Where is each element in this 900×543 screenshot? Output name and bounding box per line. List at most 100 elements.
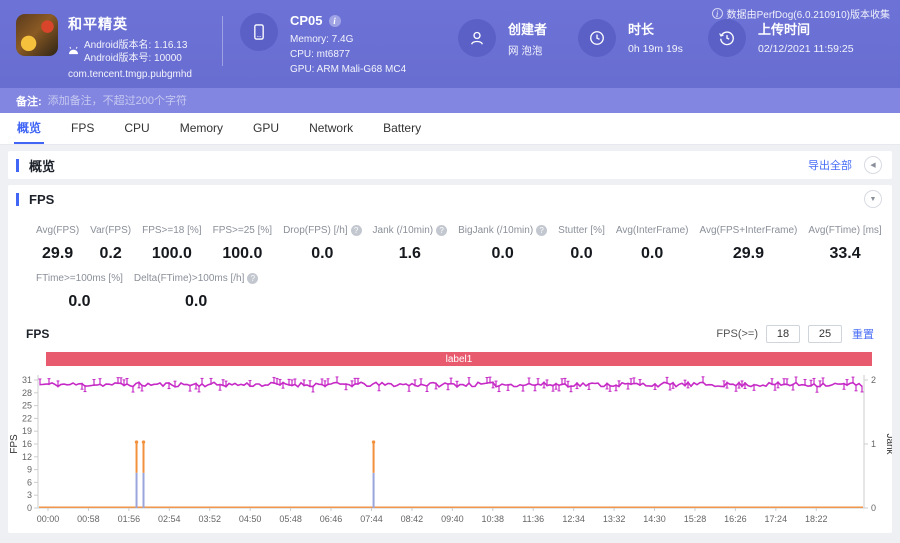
svg-text:16:26: 16:26 <box>724 514 747 524</box>
stat-label: FTime>=100ms [%] <box>36 273 123 284</box>
tab-cpu[interactable]: CPU <box>109 113 164 144</box>
svg-text:22: 22 <box>22 413 32 423</box>
svg-text:28: 28 <box>22 388 32 398</box>
svg-text:12: 12 <box>22 452 32 462</box>
tab-network[interactable]: Network <box>294 113 368 144</box>
chart-label-banner[interactable]: label1 <box>46 352 872 366</box>
creator-block: 创建者 网 泡泡 <box>458 19 547 58</box>
svg-text:Jank: Jank <box>884 433 892 455</box>
stat-item: Var(FPS) 0.2 <box>90 225 131 263</box>
device-info-icon[interactable]: i <box>328 14 341 27</box>
tab-bar: 概览 FPS CPU Memory GPU Network Battery <box>0 113 900 145</box>
help-icon[interactable]: ? <box>247 273 259 284</box>
stat-label: Avg(FPS+InterFrame) <box>699 225 798 236</box>
report-header: 和平精英 Android版本名: 1.16.13 Android版本号: 100… <box>0 0 900 88</box>
tab-overview[interactable]: 概览 <box>2 113 56 144</box>
svg-text:09:40: 09:40 <box>441 514 464 524</box>
stat-value: 0.0 <box>311 245 334 262</box>
svg-text:00:58: 00:58 <box>77 514 100 524</box>
stat-item: FPS>=18 [%] 100.0 <box>142 225 201 263</box>
svg-text:00:00: 00:00 <box>37 514 60 524</box>
app-block: 和平精英 Android版本名: 1.16.13 Android版本号: 100… <box>16 14 192 80</box>
stat-value: 0.2 <box>99 245 122 262</box>
creator-name: 网 泡泡 <box>508 45 543 57</box>
svg-text:FPS: FPS <box>9 434 20 454</box>
export-all-link[interactable]: 导出全部 <box>808 157 852 173</box>
perfdog-version-note: i 数据由PerfDog(6.0.210910)版本收集 <box>711 6 890 21</box>
svg-text:2: 2 <box>871 375 876 385</box>
stat-label: Jank (/10min)? <box>373 225 448 236</box>
collapse-left-button[interactable]: ◀ <box>864 156 882 174</box>
svg-text:3: 3 <box>27 490 32 500</box>
svg-text:16: 16 <box>22 439 32 449</box>
svg-text:17:24: 17:24 <box>765 514 788 524</box>
stat-item: Stutter [%] 0.0 <box>558 225 605 263</box>
stat-item: Avg(FPS) 29.9 <box>36 225 79 263</box>
stat-value: 33.4 <box>829 245 861 262</box>
svg-text:1: 1 <box>871 439 876 449</box>
svg-text:03:52: 03:52 <box>198 514 221 524</box>
fps-threshold-input-1[interactable] <box>766 325 800 343</box>
collapse-down-button[interactable]: ▼ <box>864 190 882 208</box>
stat-value: 1.6 <box>398 245 421 262</box>
help-icon[interactable]: ? <box>436 225 448 236</box>
stat-value: 29.9 <box>732 245 764 262</box>
stat-value: 100.0 <box>151 245 192 262</box>
accent-bar <box>16 192 19 206</box>
stat-value: 0.0 <box>641 245 664 262</box>
svg-text:12:34: 12:34 <box>562 514 585 524</box>
svg-text:9: 9 <box>27 465 32 475</box>
svg-text:31: 31 <box>22 375 32 385</box>
app-package: com.tencent.tmgp.pubgmhd <box>68 69 192 80</box>
svg-text:08:42: 08:42 <box>401 514 424 524</box>
tab-battery[interactable]: Battery <box>368 113 436 144</box>
stat-item: Jank (/10min)? 1.6 <box>373 225 448 263</box>
svg-text:6: 6 <box>27 477 32 487</box>
stat-label: BigJank (/10min)? <box>458 225 548 236</box>
stat-label: Avg(FTime) [ms] <box>808 225 882 236</box>
duration-title: 时长 <box>628 22 655 37</box>
stat-label: FPS>=18 [%] <box>142 225 202 236</box>
tab-memory[interactable]: Memory <box>165 113 238 144</box>
svg-text:18:22: 18:22 <box>805 514 828 524</box>
svg-text:25: 25 <box>22 401 32 411</box>
stat-value: 29.9 <box>42 245 74 262</box>
svg-text:07:44: 07:44 <box>360 514 383 524</box>
stat-label: Avg(InterFrame) <box>615 225 689 236</box>
duration-block: 时长 0h 19m 19s <box>578 19 683 57</box>
svg-text:14:30: 14:30 <box>643 514 666 524</box>
help-icon[interactable]: ? <box>536 225 548 236</box>
android-version-name: Android版本名: 1.16.13 <box>84 40 188 51</box>
upload-title: 上传时间 <box>758 22 811 37</box>
fps-section: FPS ▼ Avg(FPS) 29.9 Var(FPS) 0.2 FPS>=18 [%]… <box>8 185 892 533</box>
header-divider <box>222 16 223 66</box>
svg-text:04:50: 04:50 <box>239 514 262 524</box>
svg-text:19: 19 <box>22 426 32 436</box>
history-clock-icon <box>708 19 746 57</box>
stat-value: 0.0 <box>491 245 514 262</box>
clock-icon <box>578 19 616 57</box>
svg-text:15:28: 15:28 <box>684 514 707 524</box>
svg-text:05:48: 05:48 <box>279 514 302 524</box>
threshold-reset-link[interactable]: 重置 <box>852 326 874 342</box>
stat-item: Avg(FTime) [ms] 33.4 <box>808 225 881 263</box>
stat-label: Avg(FPS) <box>36 225 80 236</box>
fps-chart-title: FPS <box>26 327 50 341</box>
info-icon: i <box>711 8 723 19</box>
stat-item: Delta(FTime)>100ms [/h]? 0.0 <box>134 273 259 311</box>
stat-value: 0.0 <box>185 293 208 310</box>
creator-title: 创建者 <box>508 22 548 37</box>
stat-label: Var(FPS) <box>90 225 132 236</box>
upload-value: 02/12/2021 11:59:25 <box>758 43 854 55</box>
accent-bar <box>16 158 19 172</box>
notes-input[interactable] <box>47 94 900 107</box>
stat-item: FPS>=25 [%] 100.0 <box>213 225 272 263</box>
tab-gpu[interactable]: GPU <box>238 113 294 144</box>
fps-threshold-input-2[interactable] <box>808 325 842 343</box>
upload-block: 上传时间 02/12/2021 11:59:25 <box>708 19 854 57</box>
help-icon[interactable]: ? <box>350 225 362 236</box>
fps-chart[interactable]: 036912161922252831012FPS Jank00:00 00:58 01… <box>8 370 892 525</box>
notes-label: 备注: <box>16 95 42 108</box>
phone-icon <box>240 13 278 51</box>
tab-fps[interactable]: FPS <box>56 113 109 144</box>
